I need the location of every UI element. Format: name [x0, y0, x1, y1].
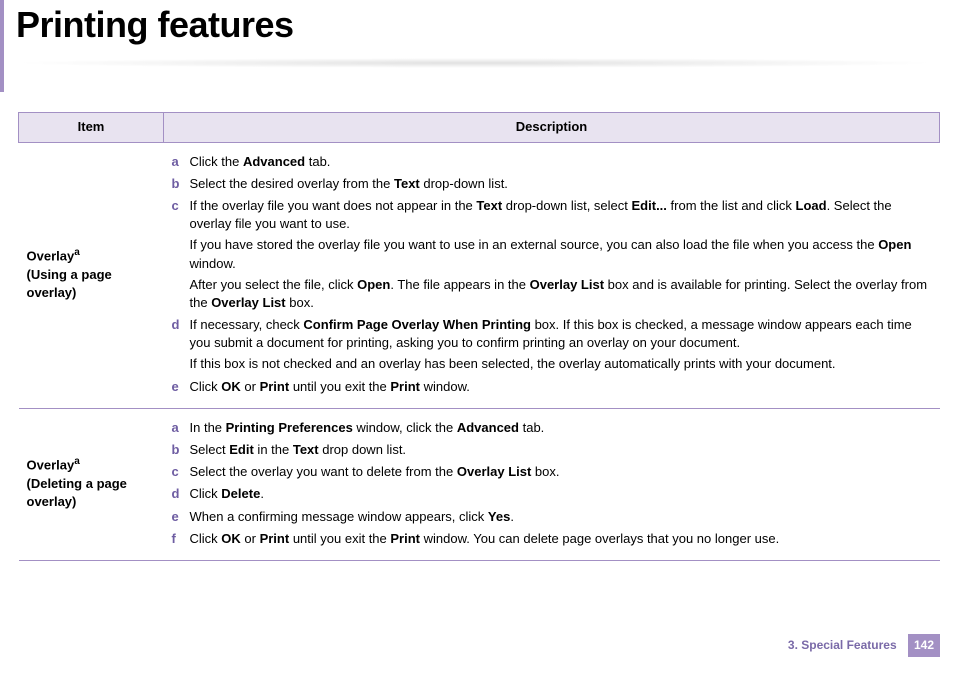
description-cell: aIn the Printing Preferences window, cli… [164, 408, 940, 560]
step-marker: d [172, 316, 186, 334]
step-continuation: After you select the file, click Open. T… [190, 273, 932, 312]
table-row: Overlaya(Deleting a page overlay) aIn the… [19, 408, 940, 560]
list-item: dClick Delete. [172, 483, 932, 505]
step-marker: b [172, 175, 186, 193]
list-item: fClick OK or Print until you exit the Pr… [172, 528, 932, 550]
step-marker: d [172, 485, 186, 503]
step-marker: c [172, 197, 186, 215]
footer-chapter: 3. Special Features [788, 638, 897, 652]
page-title: Printing features [10, 0, 940, 50]
list-item: aIn the Printing Preferences window, cli… [172, 417, 932, 439]
list-item: aClick the Advanced tab. [172, 151, 932, 173]
step-marker: c [172, 463, 186, 481]
content-area: Item Description Overlaya(Using a page o… [0, 112, 954, 561]
item-cell: Overlaya(Using a page overlay) [19, 142, 164, 408]
list-item: bSelect the desired overlay from the Tex… [172, 173, 932, 195]
step-marker: e [172, 508, 186, 526]
features-table: Item Description Overlaya(Using a page o… [18, 112, 940, 561]
step-marker: a [172, 153, 186, 171]
item-cell: Overlaya(Deleting a page overlay) [19, 408, 164, 560]
th-item: Item [19, 113, 164, 142]
step-marker: b [172, 441, 186, 459]
description-cell: aClick the Advanced tab.bSelect the desi… [164, 142, 940, 408]
footer-page-number: 142 [908, 634, 940, 657]
list-item: eWhen a confirming message window appear… [172, 506, 932, 528]
step-marker: f [172, 530, 186, 548]
heading-shadow [10, 58, 940, 68]
list-item: dIf necessary, check Confirm Page Overla… [172, 314, 932, 376]
list-item: cSelect the overlay you want to delete f… [172, 461, 932, 483]
table-row: Overlaya(Using a page overlay)aClick the… [19, 142, 940, 408]
list-item: bSelect Edit in the Text drop down list. [172, 439, 932, 461]
step-continuation: If this box is not checked and an overla… [190, 352, 932, 373]
page-footer: 3. Special Features 142 [788, 634, 940, 657]
list-item: eClick OK or Print until you exit the Pr… [172, 376, 932, 398]
step-marker: e [172, 378, 186, 396]
th-description: Description [164, 113, 940, 142]
list-item: cIf the overlay file you want does not a… [172, 195, 932, 314]
step-marker: a [172, 419, 186, 437]
step-continuation: If you have stored the overlay file you … [190, 233, 932, 272]
